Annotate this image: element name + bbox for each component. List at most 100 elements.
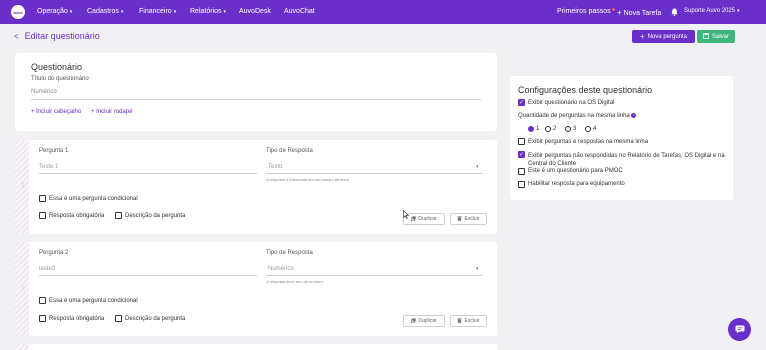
copy-icon: [411, 215, 417, 223]
nav-operacao[interactable]: Operação ▾: [37, 8, 72, 15]
question-stripe: [15, 344, 29, 350]
bell-icon[interactable]: [671, 8, 678, 18]
answer-type-select[interactable]: Texto: [268, 164, 282, 170]
delete-label: Excluir: [464, 216, 480, 222]
notification-dot: [611, 8, 615, 11]
description-checkbox[interactable]: [115, 212, 122, 219]
same-line-label: Exibir perguntas e respostas na mesma li…: [528, 139, 649, 145]
description-checkbox[interactable]: [115, 315, 122, 322]
question-input-underline: [39, 275, 257, 276]
nav-relatorios-label: Relatórios: [190, 8, 222, 15]
answer-type-select[interactable]: Numérico: [268, 266, 294, 272]
conditional-checkbox[interactable]: [39, 195, 46, 202]
title-input[interactable]: Numérico: [31, 89, 57, 95]
title-label: Título do questionário: [31, 76, 89, 82]
drag-handle-icon[interactable]: ⋮: [20, 284, 26, 291]
question-label: Pergunta 2: [39, 250, 69, 256]
select-underline: [266, 275, 483, 276]
show-os-checkbox[interactable]: ✓: [518, 99, 525, 106]
duplicate-label: Duplicar: [418, 318, 437, 324]
answer-type-helper: A resposta é informada em um campo de te…: [266, 177, 349, 182]
copy-icon: [411, 317, 417, 325]
question-card-1: ⋮ Pergunta 1 Teste 1 Tipo de Resposta Te…: [15, 140, 497, 234]
nav-cadastros-label: Cadastros: [87, 8, 119, 15]
qty-radio-3[interactable]: [565, 126, 571, 132]
user-name: Suporte Auvo 2025: [684, 8, 736, 14]
delete-button[interactable]: Excluir: [450, 315, 487, 327]
pmoc-label: Este é um questionário para PMOC: [528, 168, 623, 174]
duplicate-button[interactable]: Duplicar: [403, 315, 445, 327]
title-input-underline: [31, 99, 481, 100]
save-icon: [703, 32, 709, 41]
pmoc-checkbox[interactable]: [518, 168, 525, 175]
equipment-label: Habilitar resposta para equipamento: [528, 181, 625, 187]
page-title: < Editar questionário: [14, 31, 100, 41]
chevron-down-icon: ▾: [476, 266, 479, 272]
conditional-checkbox[interactable]: [39, 297, 46, 304]
settings-title: Configurações deste questionário: [518, 85, 653, 95]
nav-financeiro[interactable]: Financeiro ▾: [139, 8, 176, 15]
qty-radio-2-label: 2: [553, 126, 557, 132]
first-steps-label: Primeiros passos: [557, 8, 611, 15]
question-label: Pergunta 1: [39, 148, 69, 154]
back-arrow-icon[interactable]: <: [14, 32, 19, 41]
new-task-label: Nova Tarefa: [623, 10, 662, 17]
trash-icon: [457, 215, 463, 223]
qty-radio-1[interactable]: [528, 126, 534, 132]
chevron-down-icon: ▾: [223, 9, 227, 15]
auvo-logo[interactable]: auvo: [11, 5, 25, 19]
question-input-underline: [39, 173, 257, 174]
conditional-label: Essa é uma pergunta condicional: [49, 298, 138, 304]
qty-radio-2[interactable]: [545, 126, 551, 132]
save-button[interactable]: Salvar: [697, 30, 735, 43]
info-icon[interactable]: i: [630, 113, 636, 118]
show-os-label: Exibir questionário na OS Digital: [528, 100, 615, 106]
page-title-text: Editar questionário: [24, 31, 100, 41]
mouse-cursor-icon: [403, 209, 410, 221]
same-line-checkbox[interactable]: [518, 138, 525, 145]
required-checkbox[interactable]: [39, 212, 46, 219]
nav-auvochat[interactable]: AuvoChat: [284, 8, 315, 15]
nav-operacao-label: Operação: [37, 8, 68, 15]
drag-handle-icon[interactable]: ⋮: [20, 182, 26, 189]
chat-icon[interactable]: [728, 318, 751, 341]
unanswered-checkbox[interactable]: ✓: [518, 151, 525, 158]
include-footer-link[interactable]: + Incluir rodapé: [91, 109, 133, 115]
question-card-3: [15, 344, 497, 350]
required-checkbox[interactable]: [39, 315, 46, 322]
question-card-2: ⋮ Pergunta 2 teste3 Tipo de Resposta Num…: [15, 242, 497, 336]
nav-financeiro-label: Financeiro: [139, 8, 172, 15]
nav-relatorios[interactable]: Relatórios ▾: [190, 8, 226, 15]
unanswered-label: Exibir perguntas não respondidas no Rela…: [528, 153, 725, 167]
user-menu[interactable]: Suporte Auvo 2025 ▾: [684, 8, 740, 14]
qty-radio-4-label: 4: [593, 126, 597, 132]
answer-type-label: Tipo de Resposta: [266, 250, 313, 256]
chevron-down-icon: ▾: [476, 164, 479, 170]
description-label: Descrição da pergunta: [125, 316, 186, 322]
delete-label: Excluir: [464, 318, 480, 324]
duplicate-button[interactable]: Duplicar: [403, 213, 445, 225]
description-label: Descrição da pergunta: [125, 213, 186, 219]
include-header-link[interactable]: + Incluir cabeçalho: [31, 109, 81, 115]
new-task-button[interactable]: + Nova Tarefa: [617, 8, 661, 17]
qty-label-text: Quantidade de perguntas na mesma linha: [518, 113, 630, 120]
equipment-checkbox[interactable]: [518, 181, 525, 188]
chevron-down-icon: ▾: [120, 9, 124, 15]
delete-button[interactable]: Excluir: [450, 213, 487, 225]
duplicate-label: Duplicar: [418, 216, 437, 222]
nav-cadastros[interactable]: Cadastros ▾: [87, 8, 123, 15]
questionnaire-heading: Questionário: [31, 62, 83, 72]
question-input[interactable]: teste3: [39, 266, 55, 272]
qty-radio-3-label: 3: [573, 126, 577, 132]
plus-icon: +: [617, 8, 622, 17]
first-steps-link[interactable]: Primeiros passos: [557, 8, 615, 15]
new-question-button[interactable]: + Nova pergunta: [632, 30, 695, 43]
trash-icon: [457, 317, 463, 325]
nav-auvodesk[interactable]: AuvoDesk: [239, 8, 271, 15]
question-input[interactable]: Teste 1: [39, 164, 58, 170]
required-label: Resposta obrigatória: [49, 213, 105, 219]
save-label: Salvar: [711, 33, 729, 40]
qty-radio-4[interactable]: [585, 126, 591, 132]
answer-type-helper: A resposta deve ser um número: [266, 279, 323, 284]
qty-radio-1-label: 1: [536, 126, 540, 132]
